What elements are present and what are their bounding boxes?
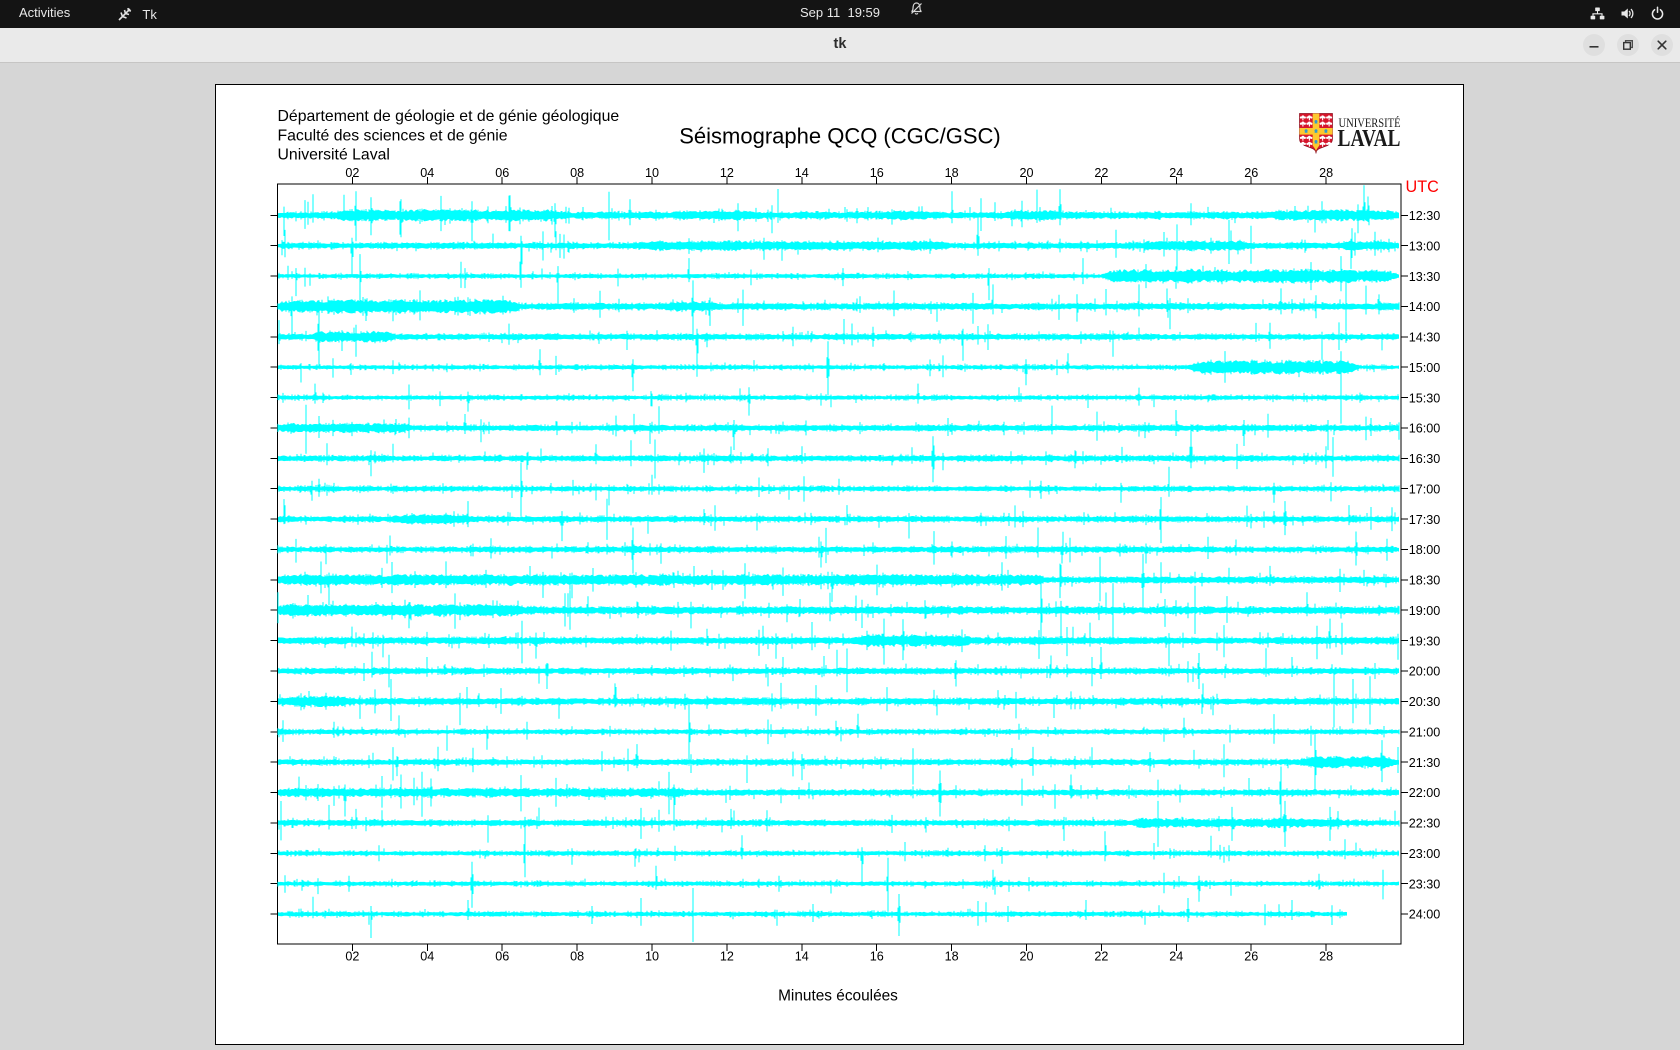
svg-text:12:30: 12:30 <box>1409 209 1441 223</box>
svg-text:04: 04 <box>420 166 434 180</box>
svg-text:26: 26 <box>1244 166 1258 180</box>
svg-text:19:30: 19:30 <box>1409 634 1441 648</box>
svg-text:22:30: 22:30 <box>1409 817 1441 831</box>
svg-text:16: 16 <box>870 166 884 180</box>
svg-text:15:30: 15:30 <box>1409 391 1441 405</box>
svg-text:06: 06 <box>495 166 509 180</box>
svg-text:16: 16 <box>870 950 884 964</box>
svg-text:20:30: 20:30 <box>1409 695 1441 709</box>
svg-text:Séismographe QCQ (CGC/GSC): Séismographe QCQ (CGC/GSC) <box>679 124 1001 149</box>
svg-text:23:00: 23:00 <box>1409 847 1441 861</box>
svg-text:10: 10 <box>645 950 659 964</box>
svg-text:21:30: 21:30 <box>1409 756 1441 770</box>
svg-text:10: 10 <box>645 166 659 180</box>
svg-text:19:00: 19:00 <box>1409 604 1441 618</box>
svg-text:18: 18 <box>945 166 959 180</box>
svg-text:06: 06 <box>495 950 509 964</box>
svg-text:18: 18 <box>945 950 959 964</box>
svg-text:Université Laval: Université Laval <box>278 147 390 164</box>
svg-text:13:00: 13:00 <box>1409 239 1441 253</box>
svg-text:28: 28 <box>1319 166 1333 180</box>
svg-text:14: 14 <box>795 166 809 180</box>
svg-text:04: 04 <box>420 950 434 964</box>
svg-text:24: 24 <box>1169 166 1183 180</box>
svg-text:08: 08 <box>570 166 584 180</box>
svg-text:Faculté des sciences et de gén: Faculté des sciences et de génie <box>278 127 508 144</box>
svg-text:24:00: 24:00 <box>1409 908 1441 922</box>
svg-text:17:00: 17:00 <box>1409 482 1441 496</box>
svg-text:12: 12 <box>720 950 734 964</box>
svg-text:02: 02 <box>345 166 359 180</box>
svg-text:21:00: 21:00 <box>1409 726 1441 740</box>
svg-text:08: 08 <box>570 950 584 964</box>
svg-text:22:00: 22:00 <box>1409 786 1441 800</box>
svg-text:20: 20 <box>1019 166 1033 180</box>
svg-text:13:30: 13:30 <box>1409 270 1441 284</box>
svg-text:12: 12 <box>720 166 734 180</box>
svg-text:14: 14 <box>795 950 809 964</box>
svg-text:UTC: UTC <box>1406 178 1440 196</box>
svg-text:14:00: 14:00 <box>1409 300 1441 314</box>
svg-text:02: 02 <box>345 950 359 964</box>
svg-text:LAVAL: LAVAL <box>1338 126 1401 152</box>
svg-text:20: 20 <box>1019 950 1033 964</box>
svg-text:26: 26 <box>1244 950 1258 964</box>
svg-text:17:30: 17:30 <box>1409 513 1441 527</box>
svg-text:28: 28 <box>1319 950 1333 964</box>
svg-text:23:30: 23:30 <box>1409 877 1441 891</box>
svg-text:24: 24 <box>1169 950 1183 964</box>
svg-text:16:00: 16:00 <box>1409 422 1441 436</box>
svg-text:18:30: 18:30 <box>1409 574 1441 588</box>
svg-text:Minutes écoulées: Minutes écoulées <box>778 988 898 1005</box>
svg-text:15:00: 15:00 <box>1409 361 1441 375</box>
svg-text:14:30: 14:30 <box>1409 331 1441 345</box>
svg-text:16:30: 16:30 <box>1409 452 1441 466</box>
svg-text:Département de géologie et de: Département de géologie et de génie géol… <box>278 108 620 125</box>
svg-text:20:00: 20:00 <box>1409 665 1441 679</box>
svg-text:22: 22 <box>1094 950 1108 964</box>
svg-text:22: 22 <box>1094 166 1108 180</box>
svg-text:18:00: 18:00 <box>1409 543 1441 557</box>
